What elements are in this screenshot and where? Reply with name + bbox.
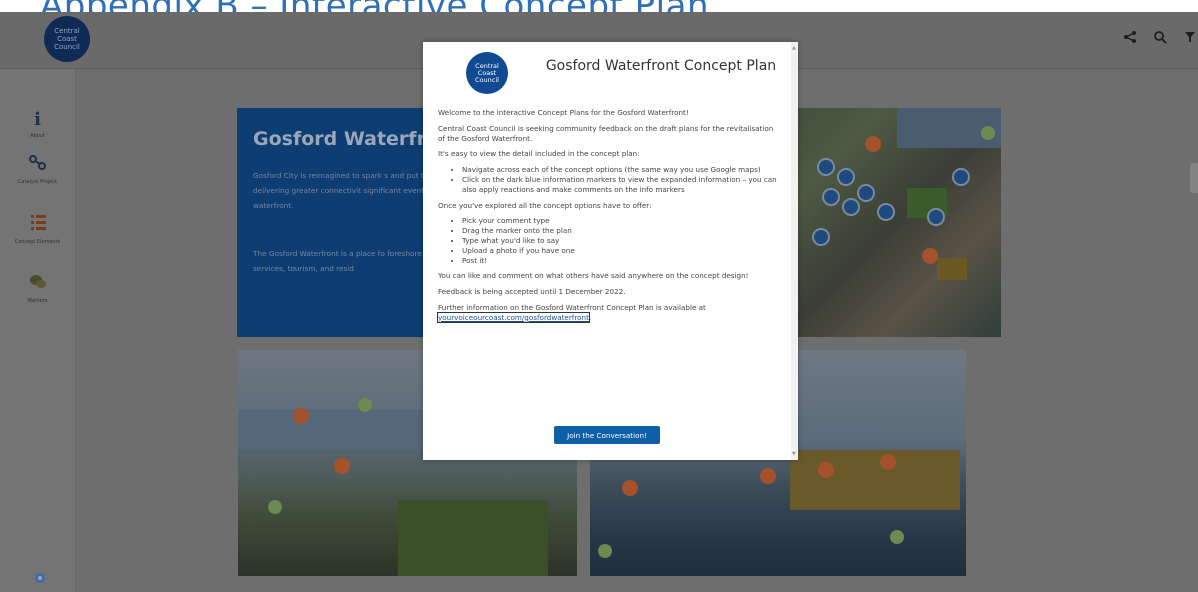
- comments-icon: [0, 274, 75, 295]
- sidebar-item-label: Catalyst Project: [17, 179, 58, 185]
- intro-text: Central Coast Council is seeking communi…: [438, 123, 774, 143]
- filter-icon[interactable]: [1182, 30, 1198, 48]
- feedback-deadline: Feedback is being accepted until 1 Decem…: [438, 287, 626, 297]
- sidebar-item-label: Markers: [27, 298, 48, 304]
- list-item: Type what you'd like to say: [462, 236, 778, 246]
- scroll-down-icon[interactable]: ▼: [792, 451, 796, 457]
- sidebar-item-concept-elements[interactable]: Concept Elements: [0, 213, 75, 245]
- explored-text: Once you've explored all the concept opt…: [438, 200, 652, 210]
- council-logo: Central Coast Council: [466, 52, 508, 94]
- join-conversation-button[interactable]: Join the Conversation!: [554, 426, 660, 444]
- platform-logo-icon: [32, 570, 48, 586]
- navigation-list: Navigate across each of the concept opti…: [438, 165, 778, 194]
- instructions-text: It's easy to view the detail included in…: [438, 149, 640, 159]
- list-item: Click on the dark blue information marke…: [462, 175, 778, 195]
- sidebar-item-markers[interactable]: Markers: [0, 274, 75, 304]
- sidebar: i About Catalyst Project Concept Element…: [0, 69, 76, 592]
- logo-line: Council: [475, 75, 499, 84]
- info-icon: i: [34, 109, 41, 130]
- dialog-title: Gosford Waterfront Concept Plan: [545, 58, 777, 74]
- sidebar-item-about[interactable]: i About: [0, 109, 75, 139]
- council-logo[interactable]: Central Coast Council: [44, 16, 90, 62]
- logo-line: Central: [54, 27, 80, 35]
- sidebar-item-label: About: [30, 133, 45, 139]
- sidebar-item-label: Concept Elements: [14, 239, 61, 245]
- list-icon: [0, 213, 75, 236]
- logo-line: Council: [54, 43, 80, 51]
- welcome-dialog: ▲ ▼ Central Coast Council Gosford Waterf…: [423, 42, 798, 460]
- zoom-control[interactable]: [1190, 163, 1198, 193]
- scroll-up-icon[interactable]: ▲: [792, 45, 796, 51]
- dialog-body: Welcome to the interactive Concept Plans…: [437, 108, 778, 329]
- catalyst-icon: [0, 155, 75, 176]
- sidebar-item-catalyst-project[interactable]: Catalyst Project: [0, 155, 75, 185]
- logo-line: Coast: [57, 35, 77, 43]
- like-text: You can like and comment on what others …: [438, 271, 749, 281]
- top-icons: [1122, 30, 1198, 48]
- list-item: Pick your comment type: [462, 216, 778, 226]
- project-link[interactable]: yourvoiceourcoast.com/gosfordwaterfront: [437, 311, 590, 323]
- search-icon[interactable]: [1152, 30, 1168, 48]
- welcome-text: Welcome to the interactive Concept Plans…: [438, 108, 689, 117]
- further-info: Further information on the Gosford Water…: [437, 302, 706, 323]
- dialog-scrollbar[interactable]: ▲ ▼: [791, 42, 798, 460]
- app-frame: Central Coast Council i About Catalyst P…: [0, 12, 1198, 592]
- list-item: Navigate across each of the concept opti…: [462, 165, 778, 175]
- further-info-text: Further information on the Gosford Water…: [438, 302, 706, 312]
- list-item: Drag the marker onto the plan: [462, 226, 778, 236]
- list-item: Upload a photo if you have one: [462, 246, 778, 256]
- comment-steps-list: Pick your comment type Drag the marker o…: [438, 216, 778, 265]
- share-icon[interactable]: [1122, 30, 1138, 48]
- list-item: Post it!: [462, 256, 778, 266]
